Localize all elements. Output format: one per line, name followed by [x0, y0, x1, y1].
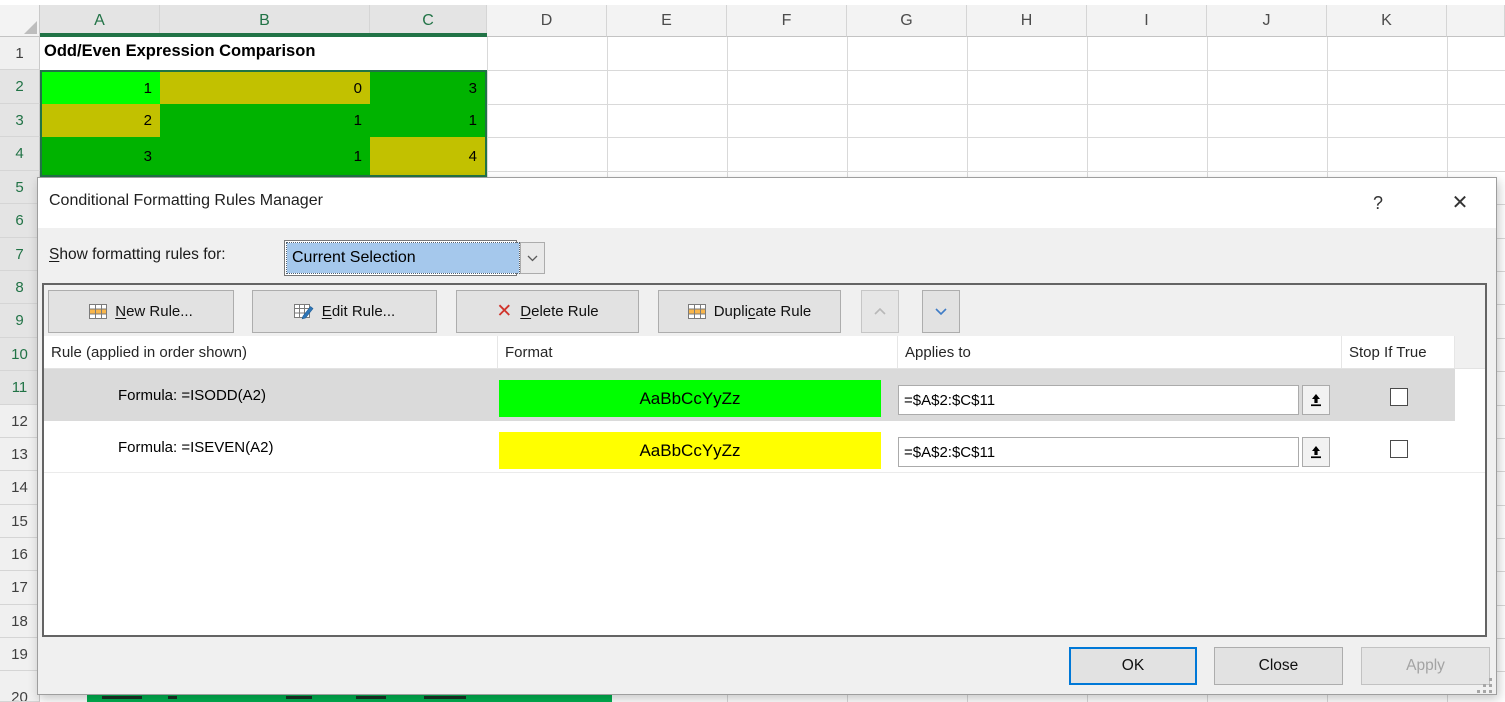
- applies-to-input[interactable]: [898, 385, 1299, 415]
- row20-text-fragment: [424, 696, 466, 699]
- duplicate-rule-label: Duplicate Rule: [714, 303, 812, 320]
- row-header-4[interactable]: 4: [0, 137, 40, 171]
- new-rule-button[interactable]: New Rule...: [48, 290, 234, 333]
- edit-rule-label: Edit Rule...: [322, 303, 395, 320]
- dropdown-selected-value: Current Selection: [287, 243, 519, 273]
- header-format: Format: [498, 336, 898, 368]
- column-header-d[interactable]: D: [487, 5, 607, 37]
- red-x-icon: ✕: [496, 302, 512, 321]
- edit-rule-button[interactable]: Edit Rule...: [252, 290, 437, 333]
- apply-button[interactable]: Apply: [1361, 647, 1490, 685]
- row-header-17[interactable]: 17: [0, 571, 40, 605]
- row-header-15[interactable]: 15: [0, 505, 40, 538]
- row-header-18[interactable]: 18: [0, 605, 40, 638]
- chevron-down-icon: [527, 255, 538, 262]
- rule-description: Formula: =ISEVEN(A2): [118, 421, 273, 473]
- stop-if-true-checkbox[interactable]: [1390, 440, 1408, 458]
- collapse-dialog-button[interactable]: [1302, 385, 1330, 415]
- dialog-title: Conditional Formatting Rules Manager: [49, 192, 323, 210]
- delete-rule-label: Delete Rule: [520, 303, 598, 320]
- column-header-partial[interactable]: [1447, 5, 1505, 37]
- column-header-f[interactable]: F: [727, 5, 847, 37]
- collapse-arrow-icon: [1308, 392, 1324, 408]
- stop-if-true-checkbox[interactable]: [1390, 388, 1408, 406]
- help-icon[interactable]: ?: [1364, 189, 1392, 217]
- row-header-7[interactable]: 7: [0, 238, 40, 271]
- row-header-13[interactable]: 13: [0, 438, 40, 471]
- row-header-11[interactable]: 11: [0, 371, 40, 405]
- row-header-8[interactable]: 8: [0, 271, 40, 304]
- row-header-14[interactable]: 14: [0, 471, 40, 505]
- rules-table-header: Rule (applied in order shown) Format App…: [44, 336, 1485, 369]
- resize-grip[interactable]: [1478, 678, 1481, 681]
- column-header-j[interactable]: J: [1207, 5, 1327, 37]
- row-header-5[interactable]: 5: [0, 171, 40, 204]
- rule-row-isodd[interactable]: Formula: =ISODD(A2) AaBbCcYyZz: [44, 369, 1485, 421]
- row-header-10[interactable]: 10: [0, 338, 40, 371]
- row20-text-fragment: [168, 696, 177, 699]
- rules-toolbar: New Rule... Edit Rule... ✕ Delete Rule D…: [44, 285, 1485, 336]
- row-header-6[interactable]: 6: [0, 204, 40, 238]
- move-rule-down-button[interactable]: [922, 290, 960, 333]
- select-all-triangle-icon: [24, 21, 37, 34]
- row20-text-fragment: [286, 696, 312, 699]
- rule-row-iseven[interactable]: Formula: =ISEVEN(A2) AaBbCcYyZz: [44, 421, 1485, 473]
- row-header-20[interactable]: 20: [0, 671, 40, 702]
- header-applies-to: Applies to: [898, 336, 1342, 368]
- dropdown-arrow-button[interactable]: [520, 242, 545, 274]
- duplicate-rule-button[interactable]: Duplicate Rule: [658, 290, 841, 333]
- row20-text-fragment: [102, 696, 142, 699]
- collapse-arrow-icon: [1308, 444, 1324, 460]
- format-preview-yellow: AaBbCcYyZz: [499, 432, 881, 469]
- close-button[interactable]: Close: [1214, 647, 1343, 685]
- column-header-k[interactable]: K: [1327, 5, 1447, 37]
- selection-range-border: [40, 70, 487, 177]
- ok-button[interactable]: OK: [1069, 647, 1197, 685]
- collapse-dialog-button[interactable]: [1302, 437, 1330, 467]
- row-header-16[interactable]: 16: [0, 538, 40, 571]
- row-header-12[interactable]: 12: [0, 405, 40, 438]
- format-preview-green: AaBbCcYyZz: [499, 380, 881, 417]
- row20-green-cells: [87, 695, 612, 702]
- applies-to-input[interactable]: [898, 437, 1299, 467]
- row-header-9[interactable]: 9: [0, 304, 40, 338]
- delete-rule-button[interactable]: ✕ Delete Rule: [456, 290, 639, 333]
- rule-description: Formula: =ISODD(A2): [118, 369, 266, 421]
- show-rules-label: Show formatting rules for:: [49, 246, 226, 264]
- header-stop-if-true: Stop If True: [1342, 336, 1455, 368]
- column-header-h[interactable]: H: [967, 5, 1087, 37]
- column-header-g[interactable]: G: [847, 5, 967, 37]
- excel-window: A B C D E F G H I J K 1 2 3 4 5 6 7 8 9 …: [0, 0, 1505, 702]
- rules-list-frame: New Rule... Edit Rule... ✕ Delete Rule D…: [42, 283, 1487, 637]
- move-rule-up-button[interactable]: [861, 290, 899, 333]
- row-header-1[interactable]: 1: [0, 37, 40, 70]
- row20-text-fragment: [356, 696, 386, 699]
- row-header-19[interactable]: 19: [0, 638, 40, 671]
- header-rule: Rule (applied in order shown): [44, 336, 498, 368]
- selected-columns-underline: [40, 33, 487, 37]
- new-rule-label: New Rule...: [115, 303, 193, 320]
- show-rules-dropdown[interactable]: Current Selection: [284, 240, 517, 276]
- conditional-formatting-rules-manager-dialog: Conditional Formatting Rules Manager ? ✕…: [37, 177, 1497, 695]
- column-header-i[interactable]: I: [1087, 5, 1207, 37]
- table-icon: [89, 304, 107, 319]
- row-header-3[interactable]: 3: [0, 104, 40, 137]
- chevron-down-icon: [934, 307, 948, 316]
- close-icon[interactable]: ✕: [1446, 188, 1474, 216]
- select-all-corner[interactable]: [0, 5, 40, 37]
- header-filler: [1455, 336, 1485, 368]
- column-header-e[interactable]: E: [607, 5, 727, 37]
- chevron-up-icon: [873, 307, 887, 316]
- cell-a1-title[interactable]: Odd/Even Expression Comparison: [44, 42, 315, 61]
- table-icon: [688, 304, 706, 319]
- table-pencil-icon: [294, 304, 314, 320]
- dialog-titlebar[interactable]: Conditional Formatting Rules Manager ? ✕: [38, 178, 1496, 228]
- row-header-2[interactable]: 2: [0, 70, 40, 104]
